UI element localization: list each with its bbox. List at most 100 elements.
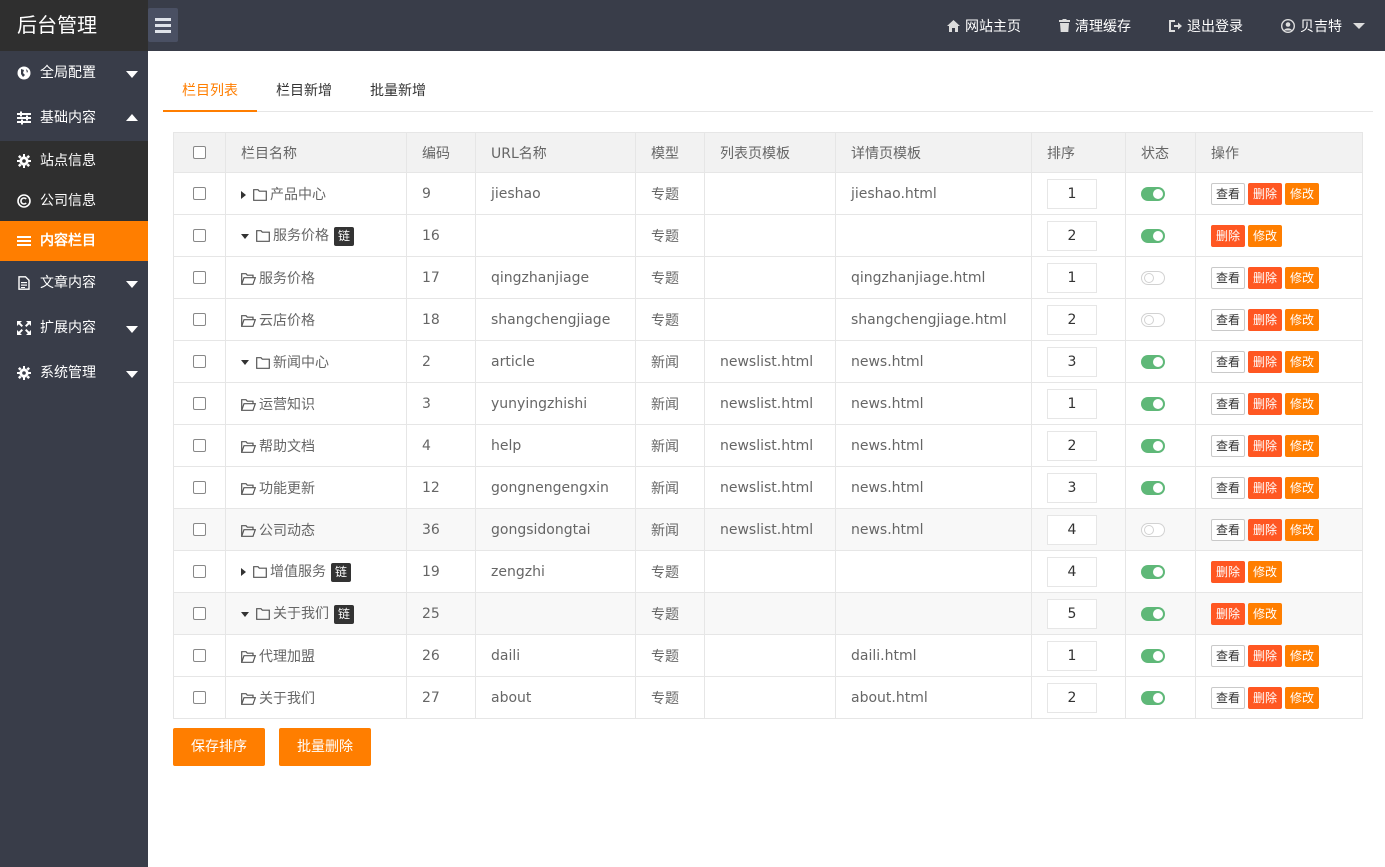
tab-column-list[interactable]: 栏目列表 <box>163 71 257 112</box>
status-toggle[interactable] <box>1141 312 1165 327</box>
edit-button[interactable]: 修改 <box>1248 602 1283 625</box>
edit-button[interactable]: 修改 <box>1285 644 1320 667</box>
batch-delete-button[interactable]: 批量删除 <box>279 728 371 766</box>
edit-button[interactable]: 修改 <box>1285 308 1320 331</box>
view-button[interactable]: 查看 <box>1211 266 1246 289</box>
row-checkbox[interactable] <box>193 313 206 326</box>
delete-button[interactable]: 删除 <box>1211 560 1246 583</box>
edit-button[interactable]: 修改 <box>1285 476 1320 499</box>
status-toggle[interactable] <box>1141 354 1165 369</box>
sort-input[interactable] <box>1047 262 1097 293</box>
sort-input[interactable] <box>1047 178 1097 209</box>
status-toggle[interactable] <box>1141 648 1165 663</box>
caret-down-icon[interactable] <box>241 611 249 617</box>
row-checkbox[interactable] <box>193 229 206 242</box>
sidebar-item-extended-content[interactable]: 扩展内容 <box>0 306 148 351</box>
tab-batch-add[interactable]: 批量新增 <box>351 71 445 112</box>
edit-button[interactable]: 修改 <box>1285 266 1320 289</box>
sort-input[interactable] <box>1047 598 1097 629</box>
edit-button[interactable]: 修改 <box>1285 518 1320 541</box>
status-toggle[interactable] <box>1141 522 1165 537</box>
edit-button[interactable]: 修改 <box>1285 350 1320 373</box>
nav-home-link[interactable]: 网站主页 <box>947 0 1021 51</box>
delete-button[interactable]: 删除 <box>1248 644 1283 667</box>
row-checkbox[interactable] <box>193 439 206 452</box>
row-checkbox[interactable] <box>193 565 206 578</box>
nav-logout-link[interactable]: 退出登录 <box>1169 0 1243 51</box>
edit-button[interactable]: 修改 <box>1285 686 1320 709</box>
select-all-checkbox[interactable] <box>193 146 206 159</box>
edit-button[interactable]: 修改 <box>1285 392 1320 415</box>
sidebar-item-global-config[interactable]: 全局配置 <box>0 51 148 96</box>
sort-input[interactable] <box>1047 514 1097 545</box>
sort-input[interactable] <box>1047 472 1097 503</box>
view-button[interactable]: 查看 <box>1211 182 1246 205</box>
edit-button[interactable]: 修改 <box>1285 182 1320 205</box>
view-button[interactable]: 查看 <box>1211 434 1246 457</box>
row-checkbox[interactable] <box>193 271 206 284</box>
status-toggle[interactable] <box>1141 228 1165 243</box>
caret-down-icon[interactable] <box>241 360 249 365</box>
row-check-cell <box>173 256 226 299</box>
sidebar-item-article-content[interactable]: 文章内容 <box>0 261 148 306</box>
row-checkbox[interactable] <box>193 355 206 368</box>
caret-right-icon[interactable] <box>241 568 246 577</box>
delete-button[interactable]: 删除 <box>1248 308 1283 331</box>
sort-input[interactable] <box>1047 304 1097 335</box>
delete-button[interactable]: 删除 <box>1248 266 1283 289</box>
caret-right-icon[interactable] <box>241 190 246 199</box>
sidebar-item-basic-content[interactable]: 基础内容 <box>0 96 148 141</box>
delete-button[interactable]: 删除 <box>1248 518 1283 541</box>
save-sort-button[interactable]: 保存排序 <box>173 728 265 766</box>
view-button[interactable]: 查看 <box>1211 476 1246 499</box>
delete-button[interactable]: 删除 <box>1248 434 1283 457</box>
nav-clear-cache-link[interactable]: 清理缓存 <box>1059 0 1131 51</box>
delete-button[interactable]: 删除 <box>1248 686 1283 709</box>
sidebar-item-system-management[interactable]: 系统管理 <box>0 351 148 396</box>
sort-input[interactable] <box>1047 556 1097 587</box>
view-button[interactable]: 查看 <box>1211 392 1246 415</box>
view-button[interactable]: 查看 <box>1211 350 1246 373</box>
status-toggle[interactable] <box>1141 186 1165 201</box>
status-toggle[interactable] <box>1141 270 1165 285</box>
row-checkbox[interactable] <box>193 523 206 536</box>
sidebar-item-content-columns[interactable]: 内容栏目 <box>0 221 148 261</box>
edit-button[interactable]: 修改 <box>1285 434 1320 457</box>
sort-input[interactable] <box>1047 388 1097 419</box>
delete-button[interactable]: 删除 <box>1248 392 1283 415</box>
view-button[interactable]: 查看 <box>1211 686 1246 709</box>
delete-button[interactable]: 删除 <box>1211 224 1246 247</box>
status-toggle[interactable] <box>1141 396 1165 411</box>
edit-button[interactable]: 修改 <box>1248 560 1283 583</box>
status-toggle[interactable] <box>1141 564 1165 579</box>
user-menu[interactable]: 贝吉特 <box>1281 0 1365 51</box>
row-checkbox[interactable] <box>193 607 206 620</box>
sort-input[interactable] <box>1047 220 1097 251</box>
delete-button[interactable]: 删除 <box>1248 350 1283 373</box>
view-button[interactable]: 查看 <box>1211 644 1246 667</box>
row-checkbox[interactable] <box>193 649 206 662</box>
status-toggle[interactable] <box>1141 690 1165 705</box>
sort-input[interactable] <box>1047 682 1097 713</box>
sidebar-item-company-info[interactable]: 公司信息 <box>0 181 148 221</box>
row-checkbox[interactable] <box>193 481 206 494</box>
status-toggle[interactable] <box>1141 480 1165 495</box>
status-toggle[interactable] <box>1141 606 1165 621</box>
tab-column-add[interactable]: 栏目新增 <box>257 71 351 112</box>
delete-button[interactable]: 删除 <box>1211 602 1246 625</box>
caret-down-icon[interactable] <box>241 233 249 239</box>
row-checkbox[interactable] <box>193 691 206 704</box>
sort-input[interactable] <box>1047 346 1097 377</box>
sort-input[interactable] <box>1047 640 1097 671</box>
status-toggle[interactable] <box>1141 438 1165 453</box>
view-button[interactable]: 查看 <box>1211 518 1246 541</box>
row-checkbox[interactable] <box>193 187 206 200</box>
delete-button[interactable]: 删除 <box>1248 476 1283 499</box>
view-button[interactable]: 查看 <box>1211 308 1246 331</box>
row-checkbox[interactable] <box>193 397 206 410</box>
sort-input[interactable] <box>1047 430 1097 461</box>
delete-button[interactable]: 删除 <box>1248 182 1283 205</box>
sidebar-item-site-info[interactable]: 站点信息 <box>0 141 148 181</box>
edit-button[interactable]: 修改 <box>1248 224 1283 247</box>
menu-toggle-icon[interactable] <box>148 8 178 42</box>
